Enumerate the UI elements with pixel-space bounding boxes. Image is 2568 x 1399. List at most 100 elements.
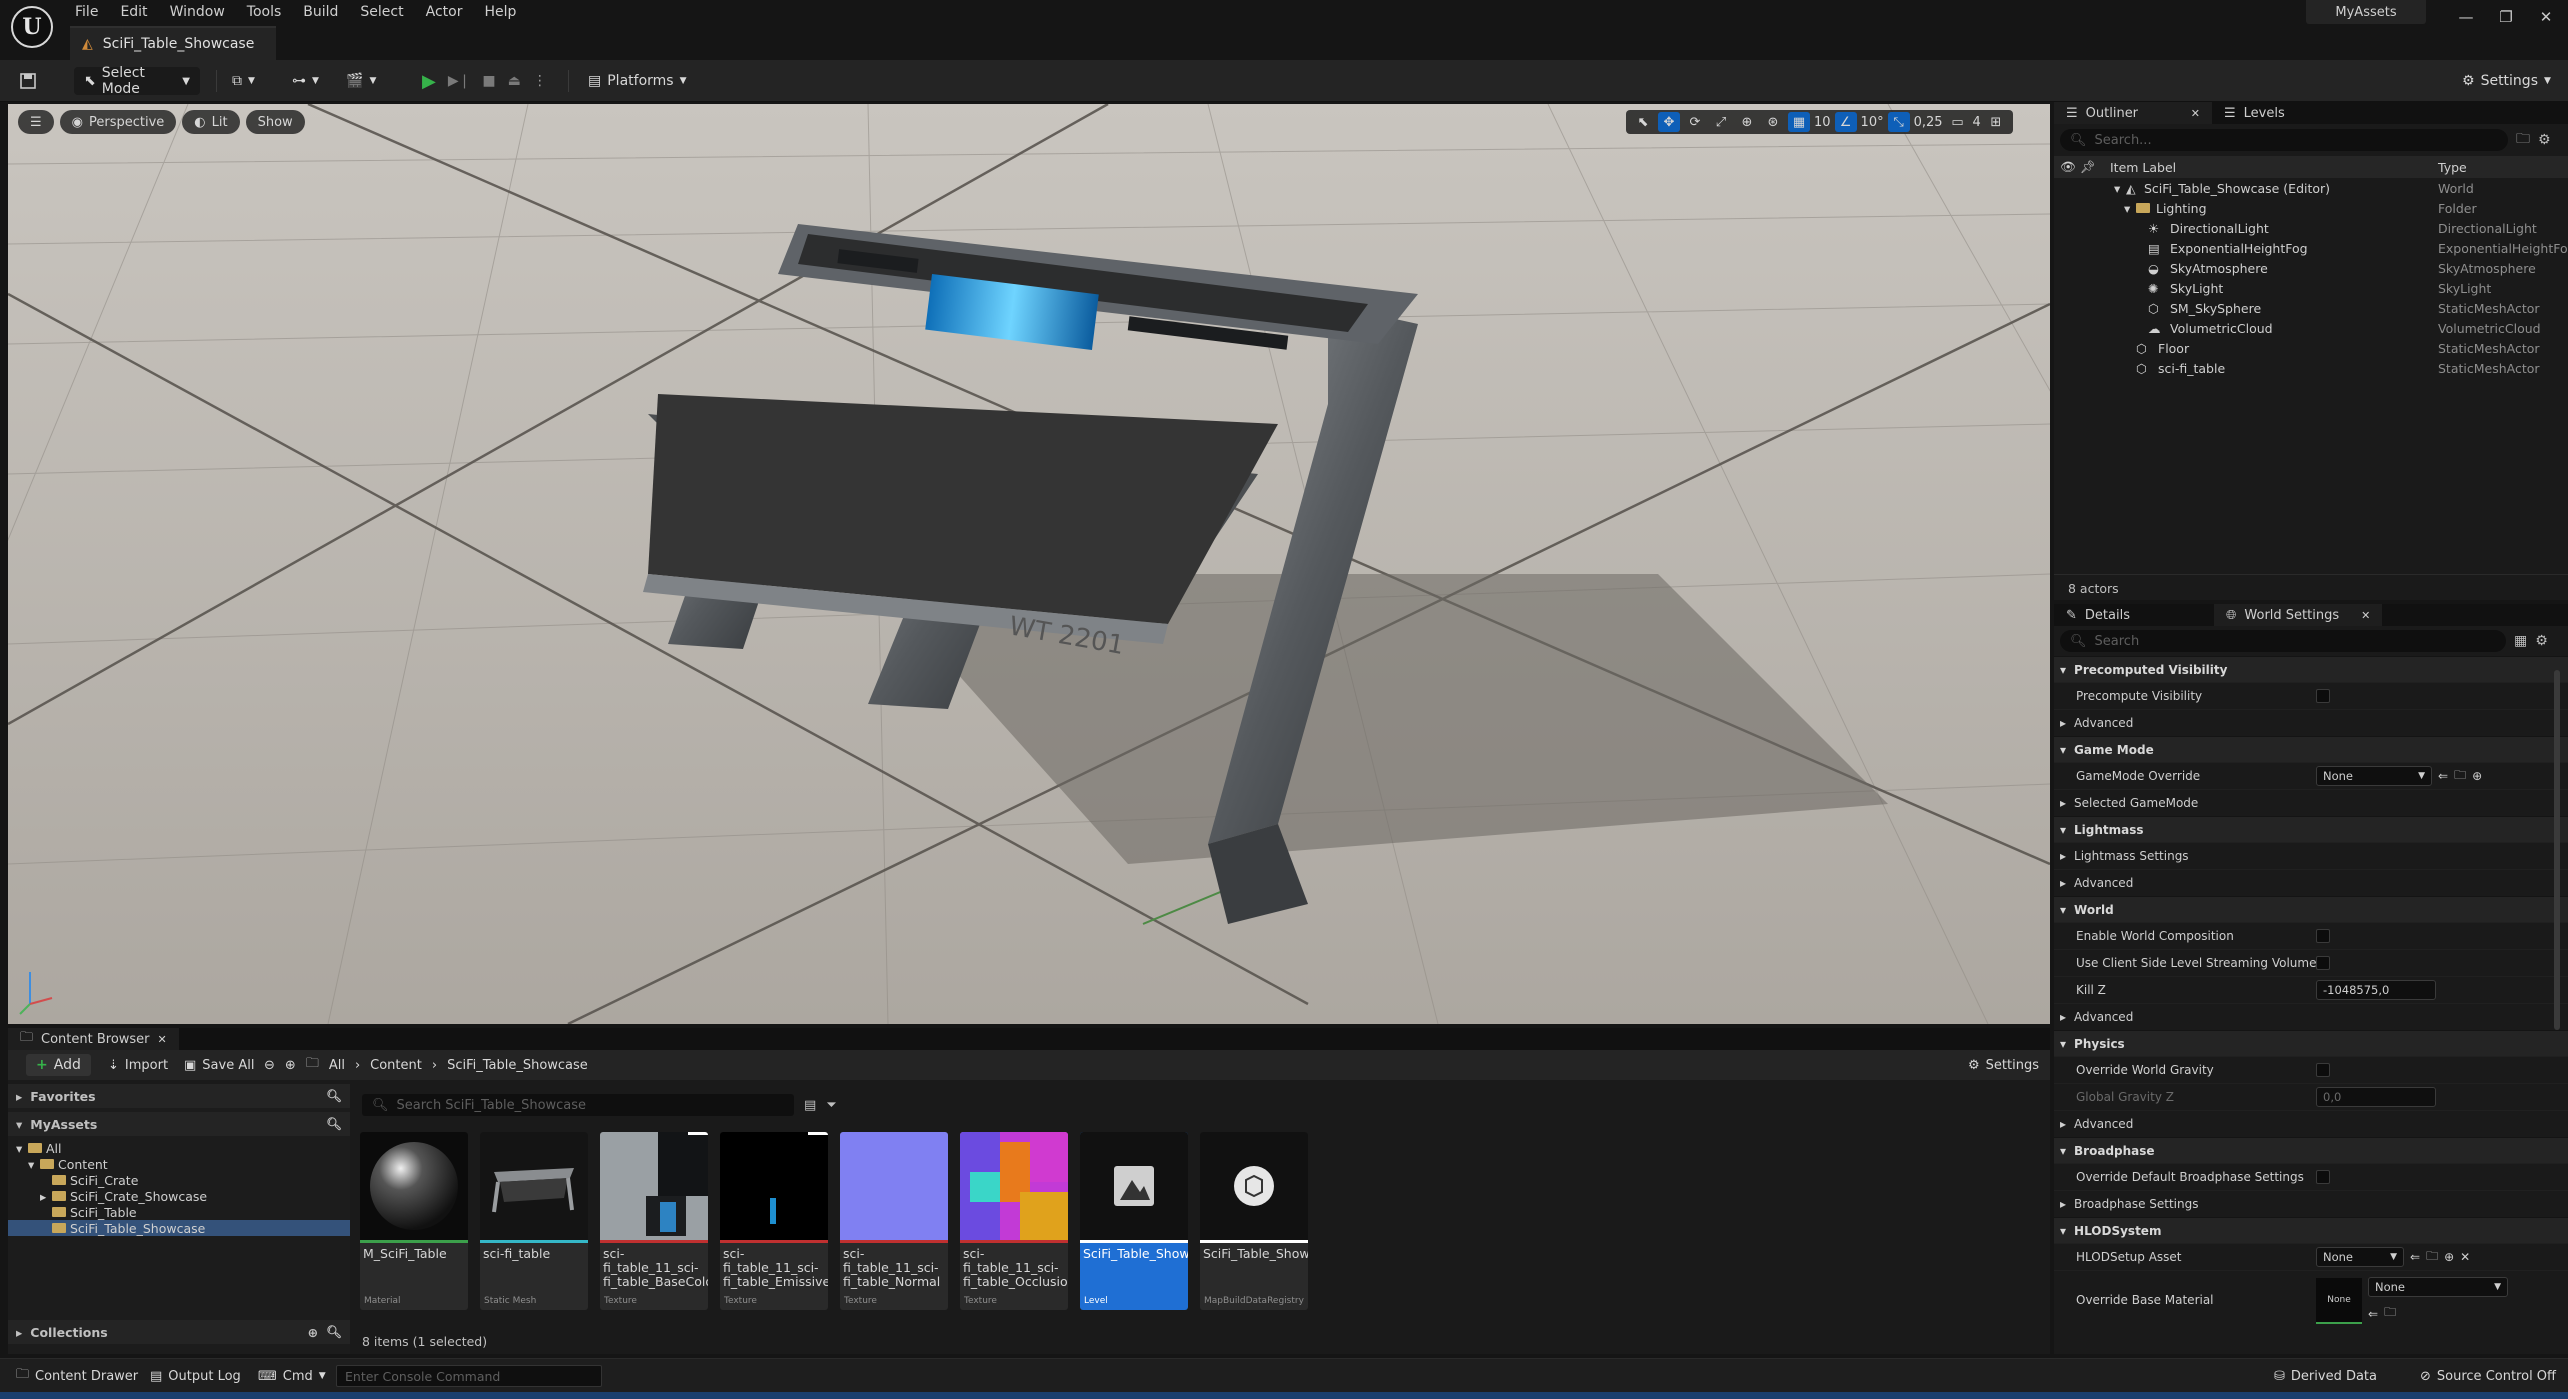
outliner-row[interactable]: ▾ Lighting Folder <box>2054 198 2568 218</box>
stop-icon[interactable]: ■ <box>482 73 495 89</box>
rotate-tool-icon[interactable]: ⟳ <box>1684 112 1706 132</box>
tab-world-settings[interactable]: 🌐︎ World Settings ✕ <box>2214 604 2383 626</box>
asset-tile-selected[interactable]: SciFi_Table_Showcase Level <box>1080 1132 1188 1310</box>
settings-dropdown[interactable]: ⚙ Settings ▼ <box>2462 67 2551 95</box>
cb-settings-button[interactable]: ⚙ Settings <box>1968 1054 2039 1076</box>
property-row[interactable]: ▸ Broadphase Settings <box>2054 1190 2568 1217</box>
hlod-setup-dropdown[interactable]: None ▼ <box>2316 1247 2404 1267</box>
outliner-row[interactable]: ▤ ExponentialHeightFog ExponentialHeightFo… <box>2054 238 2568 258</box>
asset-search-input[interactable]: 🔍︎ Search SciFi_Table_Showcase <box>362 1094 794 1116</box>
tree-item-scifi-crate[interactable]: SciFi_Crate <box>8 1172 350 1188</box>
add-collection-icon[interactable]: ⊕ <box>308 1325 318 1340</box>
section-lightmass[interactable]: ▾ Lightmass <box>2054 816 2568 842</box>
property-row[interactable]: ▸ Selected GameMode <box>2054 789 2568 816</box>
search-icon[interactable]: 🔍︎ <box>326 1088 342 1104</box>
outliner-row[interactable]: ☁ VolumetricCloud VolumetricCloud <box>2054 318 2568 338</box>
outliner-row[interactable]: ⬡ SM_SkySphere StaticMeshActor <box>2054 298 2568 318</box>
save-search-icon[interactable]: ▤ <box>804 1098 816 1113</box>
save-all-button[interactable]: ▣ Save All <box>184 1054 254 1076</box>
step-icon[interactable]: ▶❘ <box>448 73 471 89</box>
select-tool-icon[interactable]: ⬉ <box>1632 112 1654 132</box>
browse-icon[interactable]: ⇐ <box>2438 769 2448 783</box>
column-item-label[interactable]: Item Label <box>2110 160 2176 175</box>
scale-tool-icon[interactable]: ⤢ <box>1710 112 1732 132</box>
forward-icon[interactable]: ⊕ <box>285 1058 296 1073</box>
menu-window[interactable]: Window <box>159 1 236 23</box>
outliner-row[interactable]: ☀ DirectionalLight DirectionalLight <box>2054 218 2568 238</box>
menu-build[interactable]: Build <box>292 1 349 23</box>
save-level-icon[interactable] <box>20 67 36 95</box>
surface-snap-icon[interactable]: ⊛ <box>1762 112 1784 132</box>
menu-select[interactable]: Select <box>349 1 414 23</box>
outliner-row[interactable]: ▾ ◭ SciFi_Table_Showcase (Editor) World <box>2054 178 2568 198</box>
tab-content-browser[interactable]: 🗀 Content Browser ✕ <box>8 1028 179 1050</box>
menu-file[interactable]: File <box>64 1 109 23</box>
rotation-snap-icon[interactable]: ∠ <box>1834 112 1857 132</box>
camera-speed-value[interactable]: 4 <box>1973 115 1981 130</box>
menu-tools[interactable]: Tools <box>236 1 293 23</box>
console-input[interactable]: Enter Console Command <box>336 1365 602 1387</box>
asset-tile[interactable]: sci-fi_table_11_sci-fi_table_BaseColor T… <box>600 1132 708 1310</box>
asset-browse-icon[interactable]: 🗀 <box>2384 1303 2396 1324</box>
scale-snap-icon[interactable]: ⤡ <box>1887 112 1910 132</box>
level-viewport[interactable]: WT 2201 ☰ ◉ Perspective ◐ Lit Show ⬉ ✥ ⟳ ⤢… <box>8 104 2050 1024</box>
outliner-row[interactable]: ⬡ sci-fi_table StaticMeshActor <box>2054 358 2568 378</box>
content-drawer-button[interactable]: 🗀 Content Drawer <box>16 1363 138 1389</box>
section-physics[interactable]: ▾ Physics <box>2054 1030 2568 1056</box>
asset-tile[interactable]: sci-fi_table Static Mesh <box>480 1132 588 1310</box>
section-game-mode[interactable]: ▾ Game Mode <box>2054 736 2568 762</box>
outliner-search-input[interactable]: 🔍︎ Search... <box>2060 129 2508 151</box>
expand-arrow-icon[interactable]: ▾ <box>2114 181 2120 196</box>
tree-item-scifi-crate-showcase[interactable]: ▸ SciFi_Crate_Showcase <box>8 1188 350 1204</box>
source-control-button[interactable]: ⊘ Source Control Off <box>2420 1363 2556 1389</box>
translate-tool-icon[interactable]: ✥ <box>1658 112 1680 132</box>
menu-edit[interactable]: Edit <box>109 1 158 23</box>
favorites-header[interactable]: ▸ Favorites 🔍︎ <box>8 1084 350 1108</box>
cinematics-button[interactable]: 🎬 ▼ <box>346 67 376 95</box>
tree-item-scifi-table-showcase[interactable]: SciFi_Table_Showcase <box>8 1220 350 1236</box>
show-button[interactable]: Show <box>245 110 305 134</box>
section-hlod-system[interactable]: ▾ HLODSystem <box>2054 1217 2568 1243</box>
menu-help[interactable]: Help <box>473 1 527 23</box>
property-row[interactable]: ▸ Advanced <box>2054 1003 2568 1030</box>
material-thumbnail[interactable]: None <box>2316 1277 2362 1324</box>
scale-snap-value[interactable]: 0,25 <box>1914 115 1943 130</box>
asset-tile[interactable]: sci-fi_table_11_sci-fi_table_OcclusionRo… <box>960 1132 1068 1310</box>
tab-levels[interactable]: ☰ Levels <box>2212 102 2297 124</box>
tab-details[interactable]: ✎ Details <box>2054 604 2214 626</box>
kill-z-input[interactable]: -1048575,0 <box>2316 980 2436 1000</box>
property-row[interactable]: ▸ Lightmass Settings <box>2054 842 2568 869</box>
world-space-icon[interactable]: ⊕ <box>1736 112 1758 132</box>
outliner-row[interactable]: ✺ SkyLight SkyLight <box>2054 278 2568 298</box>
override-broadphase-checkbox[interactable] <box>2316 1170 2330 1184</box>
asset-browse-icon[interactable]: 🗀 <box>2454 766 2466 787</box>
grid-snap-icon[interactable]: ▦ <box>1788 112 1810 132</box>
details-scrollbar[interactable] <box>2554 670 2560 1030</box>
breadcrumb-current[interactable]: SciFi_Table_Showcase <box>447 1058 588 1073</box>
browse-icon[interactable]: ⇐ <box>2368 1307 2378 1321</box>
tab-outliner[interactable]: ☰ Outliner ✕ <box>2054 102 2212 124</box>
minimize-icon[interactable]: — <box>2446 8 2486 26</box>
gamemode-override-dropdown[interactable]: None ▼ <box>2316 766 2432 786</box>
browse-icon[interactable]: ⇐ <box>2410 1250 2420 1264</box>
import-button[interactable]: ⇣ Import <box>108 1054 168 1076</box>
asset-tile[interactable]: SciFi_Table_Showcase_BuiltData MapBuildD… <box>1200 1132 1308 1310</box>
add-actor-button[interactable]: ⧉ ▼ <box>232 67 255 95</box>
search-icon[interactable]: 🔍︎ <box>326 1324 342 1340</box>
world-composition-checkbox[interactable] <box>2316 929 2330 943</box>
tree-item-scifi-table[interactable]: SciFi_Table <box>8 1204 350 1220</box>
details-search-input[interactable]: 🔍︎ Search <box>2060 630 2506 652</box>
back-icon[interactable]: ⊖ <box>264 1058 275 1073</box>
myassets-header[interactable]: ▾ MyAssets 🔍︎ <box>8 1112 350 1136</box>
add-icon[interactable]: ⊕ <box>2444 1250 2454 1264</box>
filter-icon[interactable]: ⏷ <box>826 1098 836 1113</box>
output-log-button[interactable]: ▤ Output Log <box>150 1363 241 1389</box>
perspective-button[interactable]: ◉ Perspective <box>59 110 177 134</box>
precompute-visibility-checkbox[interactable] <box>2316 689 2330 703</box>
menu-actor[interactable]: Actor <box>415 1 474 23</box>
override-gravity-checkbox[interactable] <box>2316 1063 2330 1077</box>
asset-tile[interactable]: M_SciFi_Table Material <box>360 1132 468 1310</box>
section-broadphase[interactable]: ▾ Broadphase <box>2054 1137 2568 1163</box>
close-icon[interactable]: ✕ <box>158 1033 167 1046</box>
asset-tile[interactable]: sci-fi_table_11_sci-fi_table_Emissive Te… <box>720 1132 828 1310</box>
